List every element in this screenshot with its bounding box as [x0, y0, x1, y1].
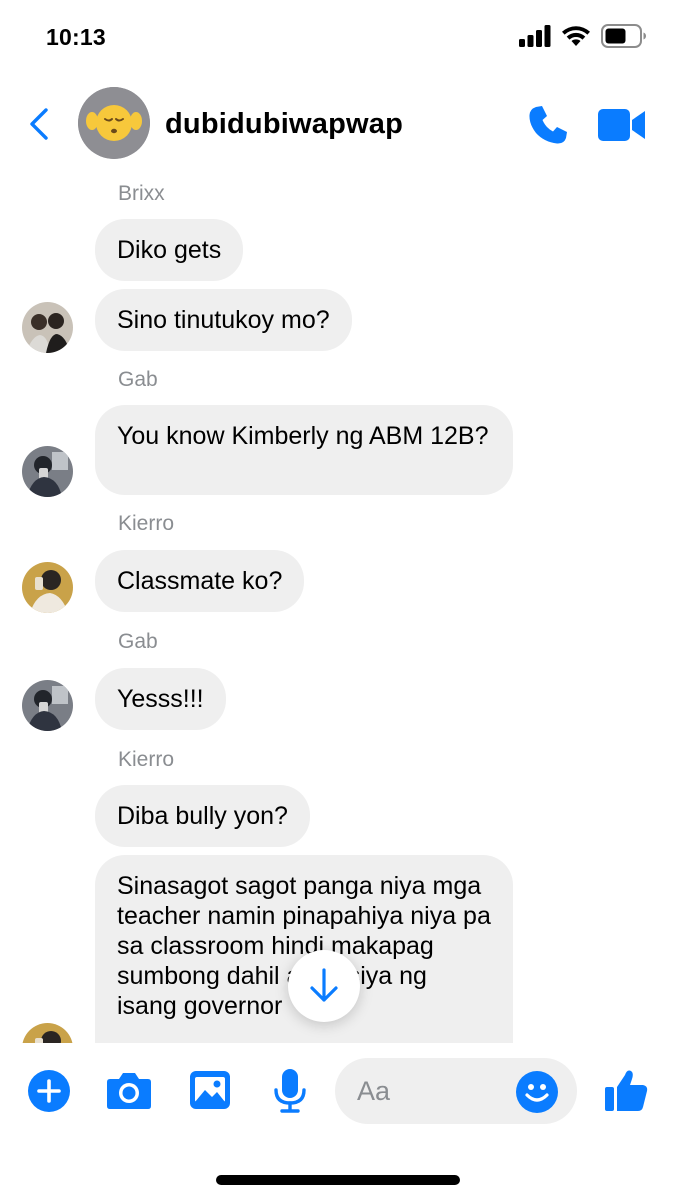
sender-avatar[interactable]	[22, 1023, 73, 1043]
signal-icon	[519, 25, 551, 47]
sender-avatar[interactable]	[22, 680, 73, 731]
scroll-to-bottom-button[interactable]	[288, 950, 360, 1022]
audio-call-button[interactable]	[527, 104, 569, 146]
message-list[interactable]: Brixx Diko gets Sino tinutukoy mo? Gab Y…	[0, 170, 675, 1043]
message-bubble[interactable]: Diba bully yon?	[95, 785, 310, 847]
home-indicator[interactable]	[216, 1175, 460, 1185]
gallery-button[interactable]	[189, 1070, 231, 1115]
sender-name: Gab	[118, 368, 158, 391]
thumbs-up-icon	[605, 1070, 648, 1111]
avatar-photo-icon	[22, 680, 73, 731]
sender-name: Kierro	[118, 512, 175, 535]
back-button[interactable]	[22, 102, 54, 146]
smile-icon	[525, 1084, 549, 1102]
microphone-icon	[274, 1069, 306, 1113]
avatar-photo-icon	[22, 302, 73, 353]
message-input[interactable]: Aa	[335, 1058, 577, 1124]
sender-name: Brixx	[118, 182, 165, 205]
status-time: 10:13	[46, 24, 106, 50]
camera-icon	[107, 1073, 151, 1109]
emoji-button[interactable]	[516, 1071, 558, 1113]
plus-icon	[28, 1070, 70, 1112]
wifi-icon	[562, 26, 590, 46]
video-call-button[interactable]	[596, 106, 648, 144]
voice-message-button[interactable]	[272, 1068, 308, 1119]
more-actions-button[interactable]	[27, 1069, 71, 1118]
video-camera-icon	[598, 109, 645, 141]
arrow-down-icon	[310, 968, 338, 1002]
avatar-photo-icon	[22, 1023, 73, 1043]
battery-icon	[601, 24, 646, 48]
status-bar: 10:13	[0, 0, 675, 72]
avatar-photo-icon	[22, 446, 73, 497]
sender-avatar[interactable]	[22, 562, 73, 613]
sender-avatar[interactable]	[22, 446, 73, 497]
back-chevron-icon	[30, 108, 48, 140]
sender-name: Gab	[118, 630, 158, 653]
message-bubble[interactable]: You know Kimberly ng ABM 12B?	[95, 405, 513, 495]
message-bubble[interactable]: Sino tinutukoy mo?	[95, 289, 352, 351]
message-bubble[interactable]: Yesss!!!	[95, 668, 226, 730]
status-icons	[519, 24, 647, 48]
message-input-placeholder: Aa	[357, 1076, 391, 1106]
conversation-header: dubidubiwapwap	[0, 82, 675, 170]
sender-avatar[interactable]	[22, 302, 73, 353]
pleading-emoji-avatar	[78, 87, 150, 159]
sender-name: Kierro	[118, 748, 175, 771]
composer-bar: Aa	[0, 1043, 675, 1143]
camera-button[interactable]	[106, 1070, 152, 1115]
phone-icon	[529, 106, 567, 144]
avatar-photo-icon	[22, 562, 73, 613]
conversation-title[interactable]: dubidubiwapwap	[165, 108, 403, 141]
message-bubble[interactable]: Classmate ko?	[95, 550, 305, 612]
like-button[interactable]	[603, 1067, 649, 1118]
group-avatar[interactable]	[78, 87, 150, 159]
photo-icon	[190, 1071, 230, 1109]
message-bubble[interactable]: Diko gets	[95, 219, 244, 281]
